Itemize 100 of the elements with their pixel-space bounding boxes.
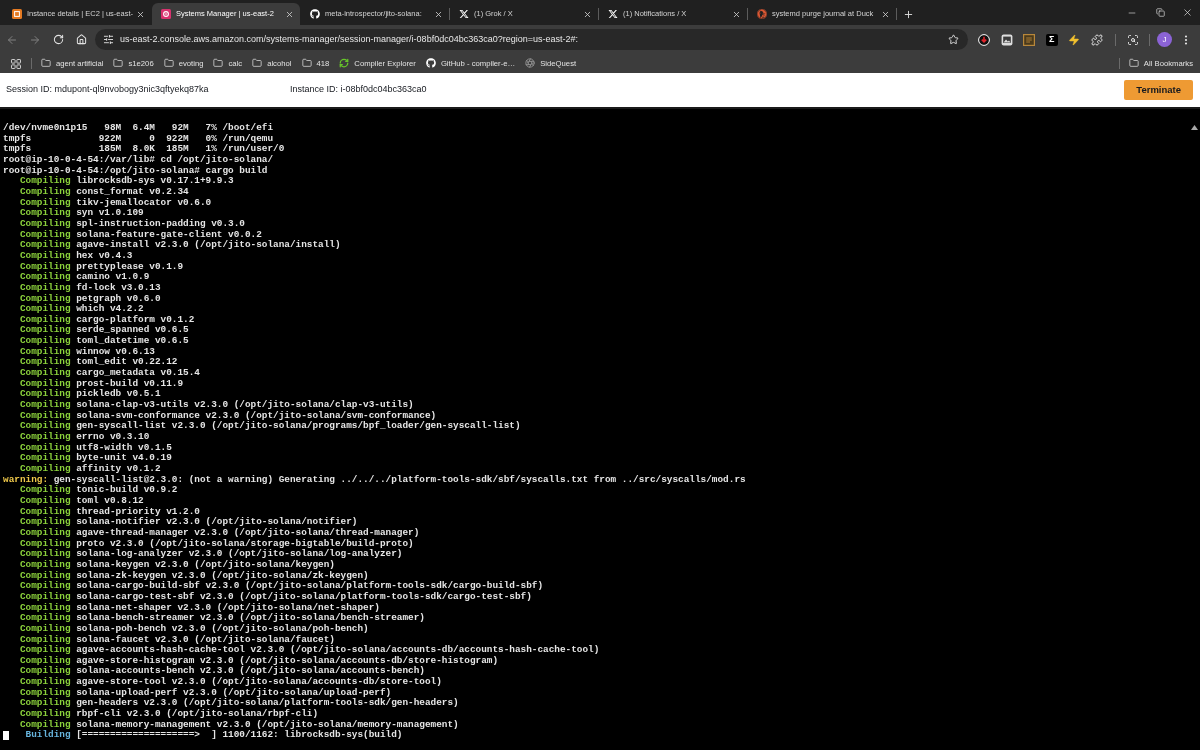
terminal-line: Compiling solana-clap-v3-utils v2.3.0 (/opt/jito-solana/clap-v3-utils) (19, 400, 414, 411)
duck-logo-icon (757, 9, 767, 19)
aperture-icon (525, 58, 536, 69)
chip-tile-icon (12, 9, 22, 19)
terminal-line: tmpfs 922M 0 922M 0% /run/qemu (3, 133, 274, 144)
terminal-line: Compiling solana-accounts-bench v2.3.0 (/opt/jito-solana/accounts-bench) (19, 666, 425, 677)
x-logo-icon (608, 9, 618, 19)
apps-grid-icon[interactable] (11, 58, 21, 69)
terminal-line: /dev/nvme0n1p15 98M 6.4M 92M 7% /boot/efi (3, 123, 274, 134)
terminal-line: root@ip-10-0-4-54:/var/lib# cd /opt/jito-solana/ (3, 154, 274, 166)
lightning-icon[interactable] (1068, 33, 1081, 46)
close-icon[interactable] (732, 9, 741, 19)
home-icon[interactable] (75, 34, 87, 45)
terminal-line: Compiling solana-notifier v2.3.0 (/opt/jito-solana/notifier) (19, 517, 358, 528)
close-icon[interactable] (583, 9, 592, 19)
image-frame-icon[interactable] (1000, 33, 1013, 46)
terminal-line: Compiling librocksdb-sys v0.17.1+9.9.3 (19, 176, 234, 187)
instance-id-text: Instance ID: i-08bf0dc04bc363ca0 (290, 83, 427, 97)
terminal-line: Compiling agave-accounts-hash-cache-tool v2.3.0 (/opt/jito-solana/accounts-db/accounts-hash-cache-tool) (19, 645, 600, 656)
terminal-line: Compiling solana-memory-management v2.3.0 (/opt/jito-solana/memory-management) (19, 719, 459, 730)
terminal-line: Compiling agave-thread-manager v2.3.0 (/opt/jito-solana/thread-manager) (19, 527, 420, 539)
session-id-text: Session ID: mdupont-ql9nvobogy3nic3qftyekq87ka (6, 83, 210, 97)
terminal-line: Compiling pickledb v0.5.1 (19, 389, 161, 400)
github-logo-icon (310, 9, 320, 19)
terminal-line: Compiling syn v1.0.109 (19, 208, 144, 219)
terminal-line: Compiling agave-store-histogram v2.3.0 (/opt/jito-solana/accounts-db/store-histogram) (19, 655, 499, 666)
terminal-line: Compiling solana-poh-bench v2.3.0 (/opt/jito-solana/poh-bench) (19, 623, 369, 635)
sigma-extension-button[interactable]: Σ (1045, 33, 1058, 46)
terminal-line: Compiling fd-lock v3.0.13 (19, 282, 161, 294)
terminal-line: Compiling const_format v0.2.34 (19, 186, 189, 198)
terminal-line: Compiling solana-faucet v2.3.0 (/opt/jito-solana/faucet) (19, 634, 335, 645)
terminal-line: Compiling tikv-jemallocator v0.6.0 (19, 197, 212, 208)
terminal-line: Compiling toml_datetime v0.6.5 (19, 336, 189, 347)
terminal-line: Compiling prost-build v0.11.9 (19, 378, 184, 389)
address-bar[interactable]: us-east-2.console.aws.amazon.com/systems-manager/session-manager/i-08bf0dc04bc363ca0?region=us-east-2#: (95, 29, 968, 50)
scroll-up-icon[interactable] (1190, 125, 1198, 130)
folder-icon (213, 58, 224, 69)
terminal-line: Compiling solana-net-shaper v2.3.0 (/opt/jito-solana/net-shaper) (19, 602, 380, 613)
terminal-line: warning: gen-syscall-list@2.3.0: (not a warning) Generating ../../../platform-tools-sdk/sbf/syscalls.txt from ../src/syscalls/mod.rs (3, 474, 746, 485)
reload-icon[interactable] (52, 34, 64, 45)
terminal-line: Compiling solana-bench-streamer v2.3.0 (/opt/jito-solana/bench-streamer) (19, 613, 425, 624)
terminal-line: Compiling rbpf-cli v2.3.0 (/opt/jito-solana/rbpf-cli) (19, 709, 319, 720)
profile-avatar[interactable]: J (1157, 32, 1172, 47)
terminate-button[interactable]: Terminate (1124, 80, 1193, 100)
close-icon[interactable] (285, 9, 294, 19)
terminal-line: Compiling serde_spanned v0.6.5 (19, 325, 189, 336)
terminal-line: Compiling utf8-width v0.1.5 (19, 442, 172, 453)
folder-icon (301, 58, 312, 69)
terminal-line: Compiling gen-headers v2.3.0 (/opt/jito-solana/platform-tools-sdk/gen-headers) (19, 698, 459, 709)
close-icon[interactable] (136, 9, 145, 19)
terminal-line: Compiling solana-zk-keygen v2.3.0 (/opt/jito-solana/zk-keygen) (19, 570, 369, 581)
bookmark-star-icon[interactable] (948, 34, 959, 45)
terminal-line: Compiling solana-cargo-build-sbf v2.3.0 (/opt/jito-solana/platform-tools-sdk/cargo-build-sbf) (19, 581, 544, 592)
square-tile-icon[interactable] (1023, 33, 1036, 46)
tab-search-icon[interactable] (1127, 33, 1139, 46)
terminal-line: Compiling solana-svm-conformance v2.3.0 (/opt/jito-solana/svm-conformance) (19, 410, 437, 421)
site-info-icon[interactable] (103, 34, 114, 45)
terminal-line: Compiling gen-syscall-list v2.3.0 (/opt/jito-solana/programs/bpf_loader/gen-syscall-list) (19, 421, 521, 432)
folder-icon (1128, 58, 1139, 69)
terminal-line: Compiling camino v1.0.9 (19, 272, 150, 283)
x-logo-icon (459, 9, 469, 19)
terminal-line: Compiling byte-unit v4.0.19 (19, 453, 172, 464)
terminal-line: Building [====================> ] 1100/1162: librocksdb-sys(build) (25, 730, 403, 742)
terminal-line: Compiling affinity v0.1.2 (19, 464, 161, 475)
terminal-line: Compiling toml v0.8.12 (19, 495, 144, 507)
folder-icon (163, 58, 174, 69)
terminal-line: Compiling tonic-build v0.9.2 (19, 485, 178, 496)
github-logo-icon (425, 58, 436, 69)
restore-icon[interactable] (1156, 8, 1165, 17)
close-icon[interactable] (881, 9, 890, 19)
terminal-line: Compiling cargo_metadata v0.15.4 (19, 368, 200, 379)
terminal-line: Compiling petgraph v0.6.0 (19, 293, 161, 304)
close-window-icon[interactable] (1182, 7, 1193, 18)
close-icon[interactable] (434, 9, 443, 19)
terminal-line: Compiling toml_edit v0.22.12 (19, 357, 178, 368)
terminal-line: Compiling prettyplease v0.1.9 (19, 261, 184, 272)
terminal-line: Compiling solana-upload-perf v2.3.0 (/opt/jito-solana/upload-perf) (19, 687, 392, 698)
terminal-line: tmpfs 185M 8.0K 185M 1% /run/user/0 (3, 144, 285, 155)
terminal-line: Compiling agave-store-tool v2.3.0 (/opt/jito-solana/accounts-db/store-tool) (19, 677, 442, 688)
terminal-line: Compiling solana-cargo-test-sbf v2.3.0 (/opt/jito-solana/platform-tools-sdk/cargo-test-sbf) (19, 591, 532, 603)
circular-arrows-icon (339, 58, 350, 69)
terminal-line: Compiling thread-priority v1.2.0 (19, 506, 200, 517)
puzzle-icon[interactable] (1090, 33, 1103, 46)
download-circle-icon[interactable] (978, 33, 991, 46)
terminal-line: Compiling errno v0.3.10 (19, 432, 150, 443)
folder-icon (252, 58, 263, 69)
terminal-line: root@ip-10-0-4-54:/opt/jito-solana# cargo build (3, 165, 268, 176)
terminal-line: Compiling agave-install v2.3.0 (/opt/jito-solana/install) (19, 240, 341, 251)
new-tab-icon[interactable] (903, 8, 914, 20)
folder-icon (113, 58, 124, 69)
terminal-line: Compiling winnow v0.6.13 (19, 346, 155, 357)
terminal-line: Compiling solana-log-analyzer v2.3.0 (/opt/jito-solana/log-analyzer) (19, 549, 403, 560)
terminal-line: Compiling solana-feature-gate-client v0.0.2 (19, 229, 262, 240)
terminal-line: Compiling solana-keygen v2.3.0 (/opt/jito-solana/keygen) (19, 559, 335, 571)
folder-icon (41, 58, 51, 69)
terminal-line: Compiling hex v0.4.3 (19, 250, 133, 262)
terminal-line: Compiling which v4.2.2 (19, 304, 144, 315)
terminal-line: Compiling cargo-platform v0.1.2 (19, 314, 195, 325)
terminal-line: Compiling spl-instruction-padding v0.3.0 (19, 218, 245, 230)
terminal-line: Compiling proto v2.3.0 (/opt/jito-solana/storage-bigtable/build-proto) (19, 538, 414, 549)
